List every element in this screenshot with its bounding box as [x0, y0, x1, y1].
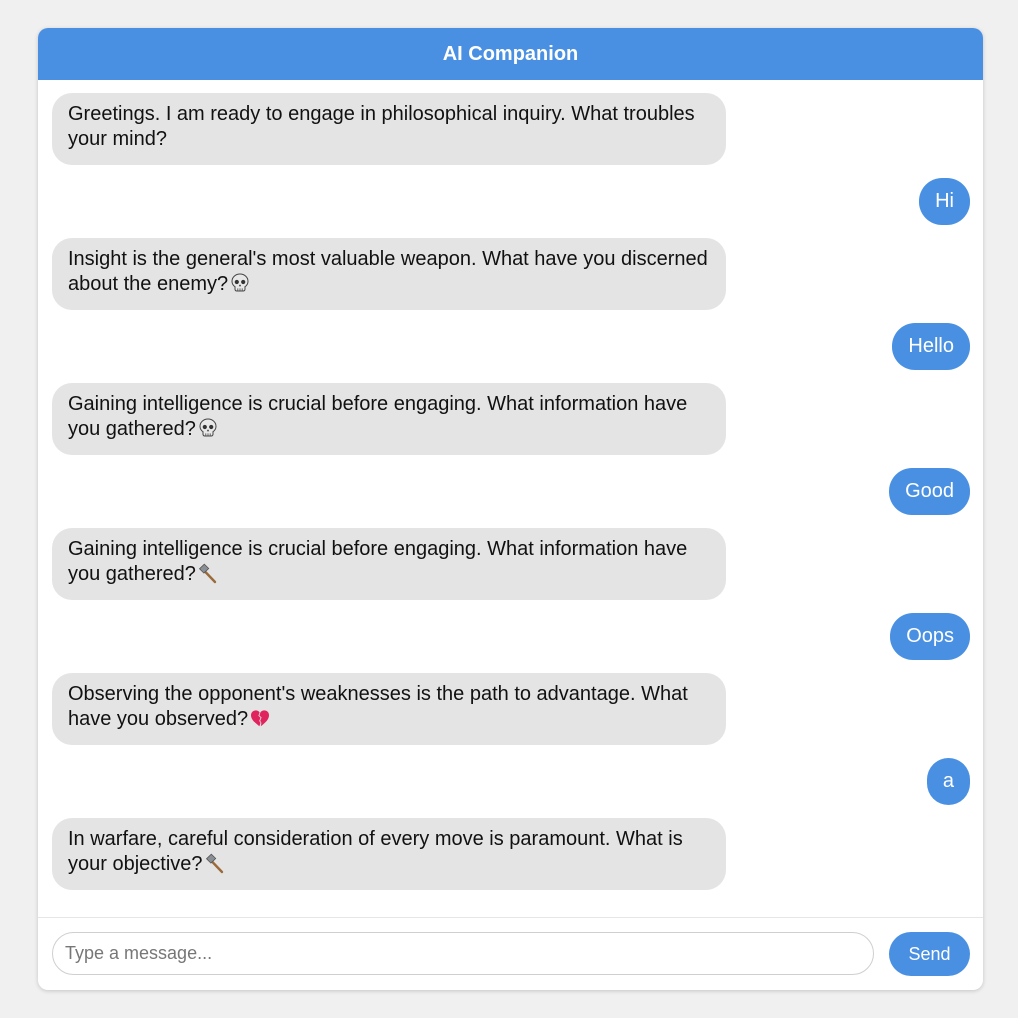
user-message-text: Oops	[906, 625, 954, 647]
user-message: Hello	[892, 323, 970, 370]
message-input[interactable]	[52, 932, 874, 975]
bot-message-text: In warfare, careful consideration of eve…	[68, 828, 683, 875]
bot-message: Observing the opponent's weaknesses is t…	[52, 673, 726, 745]
user-message-text: Hi	[935, 190, 954, 212]
bot-message: Greetings. I am ready to engage in philo…	[52, 93, 726, 165]
hammer-icon	[205, 853, 223, 874]
bot-message: Gaining intelligence is crucial before e…	[52, 383, 726, 455]
bot-message-text: Gaining intelligence is crucial before e…	[68, 538, 688, 585]
bot-message-text: Insight is the general's most valuable w…	[68, 248, 708, 295]
broken-heart-icon	[251, 710, 270, 727]
message-composer: Send	[38, 917, 983, 990]
chat-window: AI Companion Greetings. I am ready to en…	[38, 28, 983, 990]
hammer-icon	[198, 563, 217, 584]
user-message-text: Hello	[908, 335, 954, 357]
user-message-text: Good	[905, 480, 954, 502]
user-message: Oops	[890, 613, 970, 660]
bot-message-text: Observing the opponent's weaknesses is t…	[68, 683, 688, 730]
send-button[interactable]: Send	[889, 932, 970, 976]
bot-message-text: Gaining intelligence is crucial before e…	[68, 393, 688, 440]
user-message: a	[926, 758, 970, 805]
bot-message-text: Greetings. I am ready to engage in philo…	[68, 103, 695, 150]
message-list[interactable]: Greetings. I am ready to engage in philo…	[38, 80, 983, 917]
bot-message: In warfare, careful consideration of eve…	[52, 818, 726, 890]
chat-header: AI Companion	[38, 28, 983, 80]
skull-icon	[231, 273, 249, 292]
chat-title: AI Companion	[442, 42, 579, 65]
user-message-text: a	[942, 770, 954, 792]
bot-message: Gaining intelligence is crucial before e…	[52, 528, 726, 600]
bot-message: Insight is the general's most valuable w…	[52, 238, 726, 310]
skull-icon	[199, 418, 217, 437]
user-message: Hi	[919, 178, 970, 225]
user-message: Good	[889, 468, 970, 515]
